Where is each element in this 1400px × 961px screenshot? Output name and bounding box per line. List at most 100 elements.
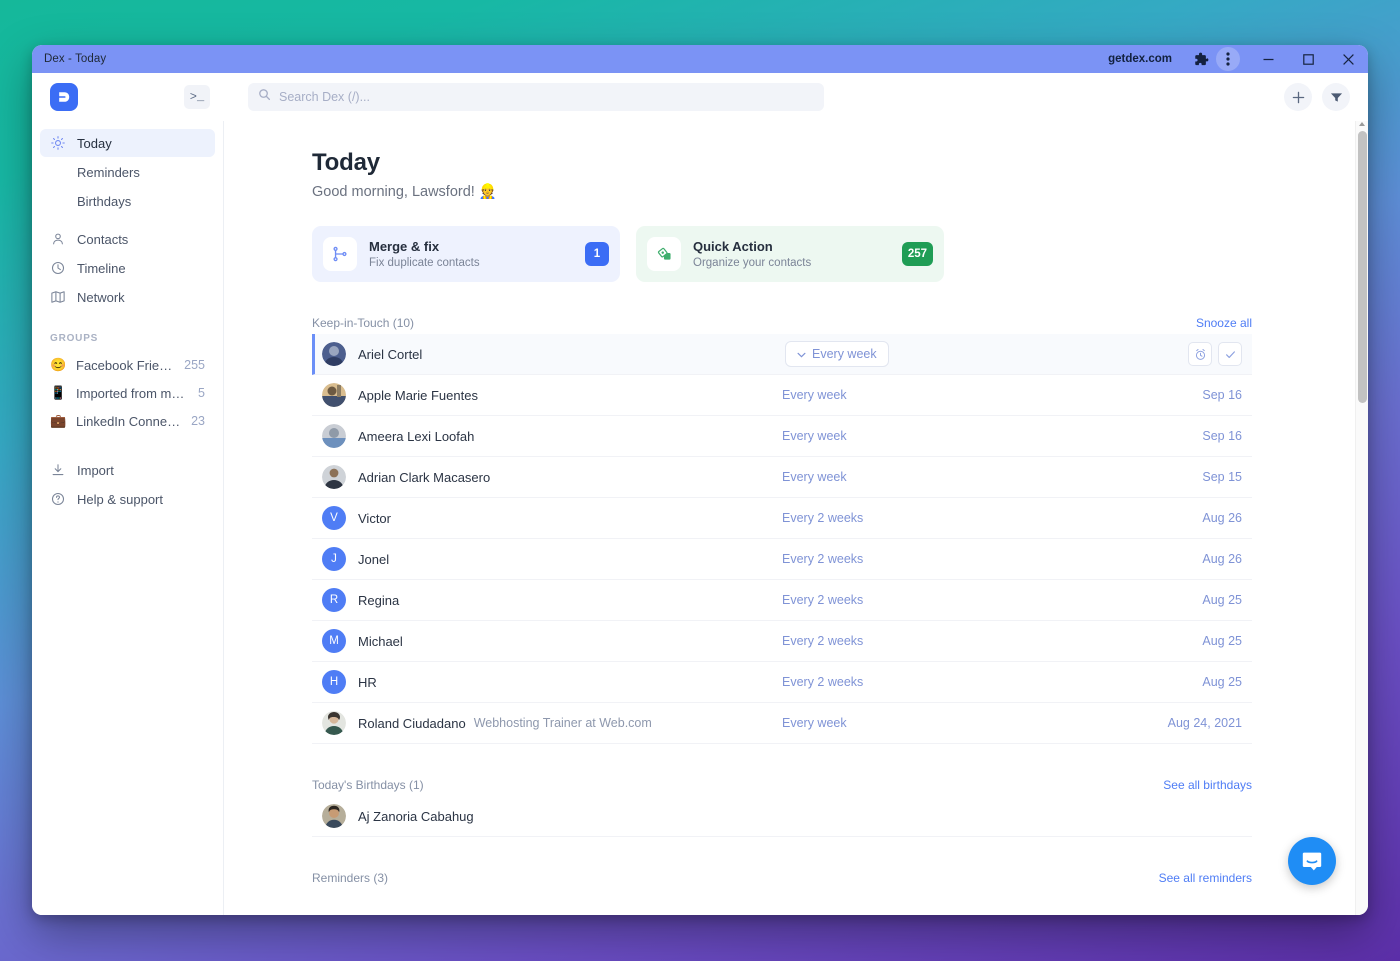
frequency-label[interactable]: Every 2 weeks (782, 552, 863, 566)
content-wrapper: Today Good morning, Lawsford! 👷 (224, 121, 1368, 915)
avatar-initial: V (330, 512, 338, 524)
filter-button[interactable] (1322, 83, 1350, 111)
avatar: M (322, 629, 346, 653)
frequency-label[interactable]: Every week (782, 388, 847, 402)
puzzle-piece-icon[interactable] (1186, 45, 1216, 73)
table-row[interactable]: R Regina Every 2 weeks Aug 25 (312, 580, 1252, 621)
avatar-initial: R (330, 594, 338, 606)
frequency-label[interactable]: Every week (782, 716, 847, 730)
greeting-text: Good morning, Lawsford! 👷 (312, 183, 1252, 200)
sidebar-item-label: Import (77, 463, 114, 478)
row-date: Aug 25 (1202, 593, 1252, 607)
row-date: Aug 26 (1202, 511, 1252, 525)
maximize-button[interactable] (1288, 45, 1328, 73)
reminders-header: Reminders (3) See all reminders (312, 871, 1252, 885)
avatar: J (322, 547, 346, 571)
birthdays-header: Today's Birthdays (1) See all birthdays (312, 778, 1252, 792)
contact-name: Aj Zanoria Cabahug (358, 809, 474, 824)
table-row[interactable]: Aj Zanoria Cabahug (312, 796, 1252, 837)
table-row[interactable]: Adrian Clark Macasero Every week Sep 15 (312, 457, 1252, 498)
contact-name: Ameera Lexi Loofah (358, 429, 474, 444)
avatar (322, 424, 346, 448)
table-row[interactable]: J Jonel Every 2 weeks Aug 26 (312, 539, 1252, 580)
sidebar-item-label: Today (77, 136, 112, 151)
avatar-initial: J (331, 553, 337, 565)
frequency-label[interactable]: Every week (782, 429, 847, 443)
sidebar-item-network[interactable]: Network (40, 283, 215, 311)
see-all-reminders-link[interactable]: See all reminders (1159, 871, 1252, 885)
smiley-face-icon: 😊 (50, 357, 66, 373)
sidebar-spacer (40, 447, 215, 456)
frequency-label[interactable]: Every 2 weeks (782, 675, 863, 689)
table-row[interactable]: M Michael Every 2 weeks Aug 25 (312, 621, 1252, 662)
avatar (322, 342, 346, 366)
avatar (322, 465, 346, 489)
check-icon[interactable] (1218, 342, 1242, 366)
alarm-clock-icon[interactable] (1188, 342, 1212, 366)
mobile-phone-icon: 📱 (50, 385, 66, 401)
group-count: 23 (191, 414, 205, 428)
search-input[interactable] (279, 90, 814, 104)
frequency-label[interactable]: Every 2 weeks (782, 634, 863, 648)
keep-in-touch-header: Keep-in-Touch (10) Snooze all (312, 316, 1252, 330)
add-button[interactable] (1284, 83, 1312, 111)
vertical-scrollbar[interactable] (1355, 121, 1368, 915)
card-text: Merge & fix Fix duplicate contacts (369, 239, 480, 269)
table-row[interactable]: Roland Ciudadano Webhosting Trainer at W… (312, 703, 1252, 744)
contact-name: HR (358, 675, 377, 690)
table-row[interactable]: Apple Marie Fuentes Every week Sep 16 (312, 375, 1252, 416)
keep-in-touch-list: Ariel Cortel Every week (312, 334, 1252, 744)
frequency-label[interactable]: Every week (782, 470, 847, 484)
sidebar-item-import[interactable]: Import (40, 456, 215, 484)
avatar: H (322, 670, 346, 694)
search-container[interactable] (248, 83, 824, 111)
quick-action-card[interactable]: Quick Action Organize your contacts 257 (636, 226, 944, 282)
frequency-label[interactable]: Every 2 weeks (782, 593, 863, 607)
contact-name: Jonel (358, 552, 389, 567)
avatar (322, 383, 346, 407)
chat-bubble-icon[interactable] (1288, 837, 1336, 885)
sidebar-item-label: Timeline (77, 261, 126, 276)
avatar-initial: M (329, 635, 339, 647)
close-button[interactable] (1328, 45, 1368, 73)
sidebar-item-contacts[interactable]: Contacts (40, 225, 215, 253)
row-date: Sep 16 (1202, 388, 1252, 402)
sidebar-item-timeline[interactable]: Timeline (40, 254, 215, 282)
table-row[interactable]: Ameera Lexi Loofah Every week Sep 16 (312, 416, 1252, 457)
titlebar-controls: getdex.com (1108, 45, 1368, 73)
sidebar-item-reminders[interactable]: Reminders (40, 158, 215, 186)
sidebar-group-linkedin-connections[interactable]: 💼 LinkedIn Connect... 23 (40, 407, 215, 435)
sidebar-item-label: Contacts (77, 232, 128, 247)
snooze-all-link[interactable]: Snooze all (1196, 316, 1252, 330)
frequency-label[interactable]: Every 2 weeks (782, 511, 863, 525)
question-circle-icon (50, 491, 66, 507)
table-row[interactable]: Ariel Cortel Every week (312, 334, 1252, 375)
sidebar-group-imported-from-mobile[interactable]: 📱 Imported from mo... 5 (40, 379, 215, 407)
map-icon (50, 289, 66, 305)
three-dots-menu-icon[interactable] (1216, 47, 1240, 71)
scroll-up-arrow-icon[interactable] (1359, 122, 1365, 126)
see-all-birthdays-link[interactable]: See all birthdays (1163, 778, 1252, 792)
section-title: Today's Birthdays (1) (312, 778, 424, 792)
briefcase-icon: 💼 (50, 413, 66, 429)
merge-and-fix-card[interactable]: Merge & fix Fix duplicate contacts 1 (312, 226, 620, 282)
card-title: Quick Action (693, 239, 811, 254)
sidebar-item-birthdays[interactable]: Birthdays (40, 187, 215, 215)
sidebar-item-today[interactable]: Today (40, 129, 215, 157)
minimize-button[interactable] (1248, 45, 1288, 73)
frequency-dropdown[interactable]: Every week (785, 341, 889, 367)
toolbar-actions (1284, 83, 1350, 111)
window-titlebar: Dex - Today getdex.com (32, 45, 1368, 73)
sidebar-item-help-and-support[interactable]: Help & support (40, 485, 215, 513)
dex-logo-icon[interactable] (50, 83, 78, 111)
group-label: LinkedIn Connect... (76, 414, 181, 429)
table-row[interactable]: H HR Every 2 weeks Aug 25 (312, 662, 1252, 703)
card-subtitle: Organize your contacts (693, 257, 811, 269)
table-row[interactable]: V Victor Every 2 weeks Aug 26 (312, 498, 1252, 539)
action-cards: Merge & fix Fix duplicate contacts 1 (312, 226, 1252, 282)
terminal-icon[interactable]: >_ (184, 85, 210, 109)
avatar (322, 804, 346, 828)
contact-name: Roland Ciudadano (358, 716, 466, 731)
scrollbar-thumb[interactable] (1358, 131, 1367, 403)
sidebar-group-facebook-friends[interactable]: 😊 Facebook Friends 255 (40, 351, 215, 379)
